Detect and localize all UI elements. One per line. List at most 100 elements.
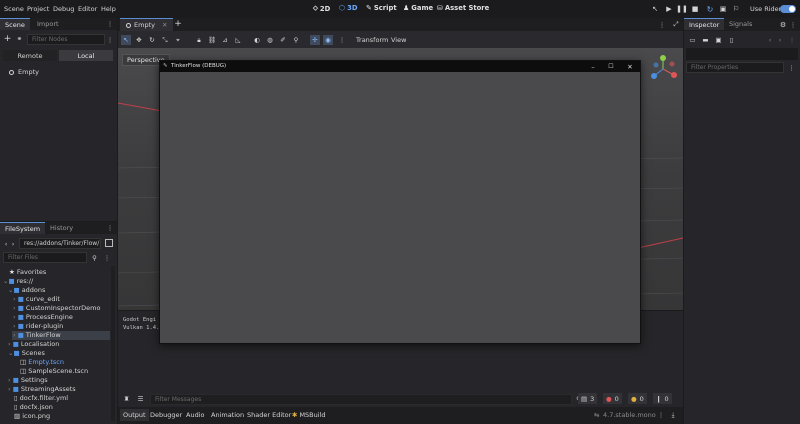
tab-signals[interactable]: Signals	[724, 18, 757, 30]
select-mode-icon[interactable]: ⌖	[173, 35, 183, 45]
new-resource-icon[interactable]: ▭	[688, 35, 697, 44]
back-arrow-icon[interactable]: ‹	[3, 239, 9, 248]
tree-item-streaming-assets[interactable]: › ■ StreamingAssets	[8, 385, 76, 394]
remote-debug-icon[interactable]: ↖	[650, 4, 660, 14]
tab-output[interactable]: Output	[120, 409, 149, 421]
tree-item-docfx-filter[interactable]: ▯ docfx.filter.yml	[14, 394, 68, 403]
lock-icon[interactable]: 🔒︎	[194, 35, 204, 45]
history-menu-icon[interactable]: ⋮	[788, 35, 796, 44]
movie-icon[interactable]: ⚐	[731, 4, 741, 14]
tab-filesystem[interactable]: FileSystem	[0, 222, 46, 234]
property-filter-menu-icon[interactable]: ⋮	[787, 63, 796, 72]
save-icon[interactable]: ▣	[714, 35, 723, 44]
play-scene-icon[interactable]: ▣	[718, 4, 728, 14]
select-tool-icon[interactable]: ↖	[121, 35, 131, 45]
history-forward-icon[interactable]: ›	[776, 35, 784, 44]
transform-menu[interactable]: Transform	[356, 36, 388, 44]
collapse-panel-icon[interactable]: ⤓	[669, 410, 677, 420]
workspace-asset-store-button[interactable]: ⛁ Asset Store	[437, 4, 489, 12]
snap-icon[interactable]: ✢	[310, 35, 320, 45]
remote-button[interactable]: Remote	[3, 50, 57, 61]
menu-editor[interactable]: Editor	[78, 5, 97, 13]
close-window-icon[interactable]: ✕	[625, 62, 635, 71]
tree-item-icon-png[interactable]: ▨ icon.png	[14, 412, 50, 421]
pause-icon[interactable]: ❚❚	[676, 4, 688, 14]
tab-shader-editor[interactable]: Shader Editor	[247, 411, 291, 419]
message-filter-button[interactable]: ❙ 0	[653, 393, 672, 404]
tree-item-scenes[interactable]: ⌄■ Scenes	[8, 349, 45, 358]
tab-animation[interactable]: Animation	[211, 411, 244, 419]
menu-project[interactable]: Project	[27, 5, 49, 13]
filter-nodes-input[interactable]: Filter Nodes	[27, 34, 105, 45]
distraction-free-icon[interactable]: ⤢	[671, 20, 681, 29]
path-input[interactable]: res://addons/Tinker/Flow/	[19, 238, 101, 249]
open-folder-icon[interactable]: ▬	[701, 35, 710, 44]
inspector-settings-icon[interactable]: ⚙	[779, 20, 787, 29]
tree-item-tinkerflow[interactable]: › ■ TinkerFlow	[12, 331, 110, 340]
menu-debug[interactable]: Debug	[53, 5, 74, 13]
filter-properties-input[interactable]: Filter Properties	[686, 62, 784, 73]
tree-item-custom-inspector-demo[interactable]: › ■ CustomInspectorDemo	[13, 304, 100, 313]
tree-item-localisation[interactable]: › ■ Localisation	[8, 340, 59, 349]
scene-tab-empty[interactable]: Empty ✕	[120, 18, 174, 31]
view-gizmo[interactable]	[648, 54, 678, 84]
minimize-icon[interactable]: –	[588, 62, 598, 71]
scale-tool-icon[interactable]: ⤡	[160, 35, 170, 45]
use-rider-toggle[interactable]	[780, 5, 796, 13]
reload-icon[interactable]: ↻	[705, 4, 715, 14]
tree-item-process-engine[interactable]: › ■ ProcessEngine	[13, 313, 73, 322]
camera-icon[interactable]: ◉	[323, 35, 333, 45]
root-node-empty[interactable]: Empty	[18, 68, 39, 76]
scene-dock-menu-icon[interactable]: ⋮	[106, 35, 114, 44]
error-filter-button[interactable]: ● 0	[603, 393, 622, 404]
view-menu[interactable]: View	[391, 36, 406, 44]
brush-icon[interactable]: ✐	[278, 35, 288, 45]
add-node-icon[interactable]: +	[3, 34, 12, 44]
tree-item-favorites[interactable]: ★ Favorites	[9, 268, 46, 277]
tree-item-docfx-json[interactable]: ▯ docfx.json	[14, 403, 53, 412]
history-back-icon[interactable]: ‹	[766, 35, 774, 44]
filter-messages-input[interactable]: Filter Messages	[150, 394, 572, 405]
tree-item-settings[interactable]: › ■ Settings	[8, 376, 48, 385]
tab-history[interactable]: History	[45, 222, 78, 234]
tab-scene[interactable]: Scene	[0, 18, 30, 30]
add-scene-tab-icon[interactable]: +	[173, 19, 183, 29]
stop-icon[interactable]: ■	[690, 4, 700, 14]
forward-arrow-icon[interactable]: ›	[10, 239, 16, 248]
workspace-3d-button[interactable]: ⬡ 3D	[339, 4, 358, 12]
move-tool-icon[interactable]: ✥	[134, 35, 144, 45]
tab-msbuild[interactable]: ✱ MSBuild	[292, 411, 326, 419]
split-mode-icon[interactable]	[105, 239, 113, 247]
maximize-icon[interactable]: ☐	[606, 62, 616, 71]
sun-icon[interactable]: ◐	[252, 35, 262, 45]
game-window[interactable]: ✎ TinkerFlow (DEBUG) – ☐ ✕	[159, 60, 641, 344]
clear-output-icon[interactable]: ♜	[122, 394, 131, 403]
game-window-titlebar[interactable]: ✎ TinkerFlow (DEBUG) – ☐ ✕	[160, 61, 640, 72]
dock-menu-icon[interactable]: ⋮	[106, 20, 114, 28]
toolbar-more-icon[interactable]: ⋮	[338, 35, 346, 45]
tree-item-res[interactable]: ⌄■ res://	[3, 277, 33, 286]
link-icon[interactable]: ⚭	[15, 34, 24, 43]
group-icon[interactable]: ⛓	[207, 35, 217, 45]
tree-item-samplescene-tscn[interactable]: ◫ SampleScene.tscn	[20, 367, 88, 376]
tab-debugger[interactable]: Debugger	[150, 411, 182, 419]
environment-icon[interactable]: ◍	[265, 35, 275, 45]
bottom-panel-menu-icon[interactable]: ⋮	[657, 410, 665, 420]
menu-scene[interactable]: Scene	[4, 5, 24, 13]
output-options-icon[interactable]: ☰	[136, 394, 145, 403]
tree-item-curve-edit[interactable]: › ■ curve_edit	[13, 295, 60, 304]
search-icon[interactable]: ⚲	[90, 253, 99, 262]
rotate-tool-icon[interactable]: ↻	[147, 35, 157, 45]
workspace-game-button[interactable]: ♟ Game	[403, 4, 433, 12]
tab-audio[interactable]: Audio	[186, 411, 204, 419]
filesystem-menu-icon[interactable]: ⋮	[106, 224, 114, 232]
workspace-2d-button[interactable]: ⬦ 2D	[313, 4, 330, 13]
object-selector[interactable]	[686, 48, 798, 60]
workspace-script-button[interactable]: ✎ Script	[366, 4, 397, 12]
local-button[interactable]: Local	[59, 50, 113, 61]
filter-files-input[interactable]: Filter Files	[3, 252, 87, 263]
tab-import[interactable]: Import	[32, 18, 64, 30]
filesystem-scrollbar[interactable]	[111, 266, 115, 421]
play-icon[interactable]: ▶	[664, 4, 674, 14]
tools-icon[interactable]: ▯	[727, 35, 736, 44]
